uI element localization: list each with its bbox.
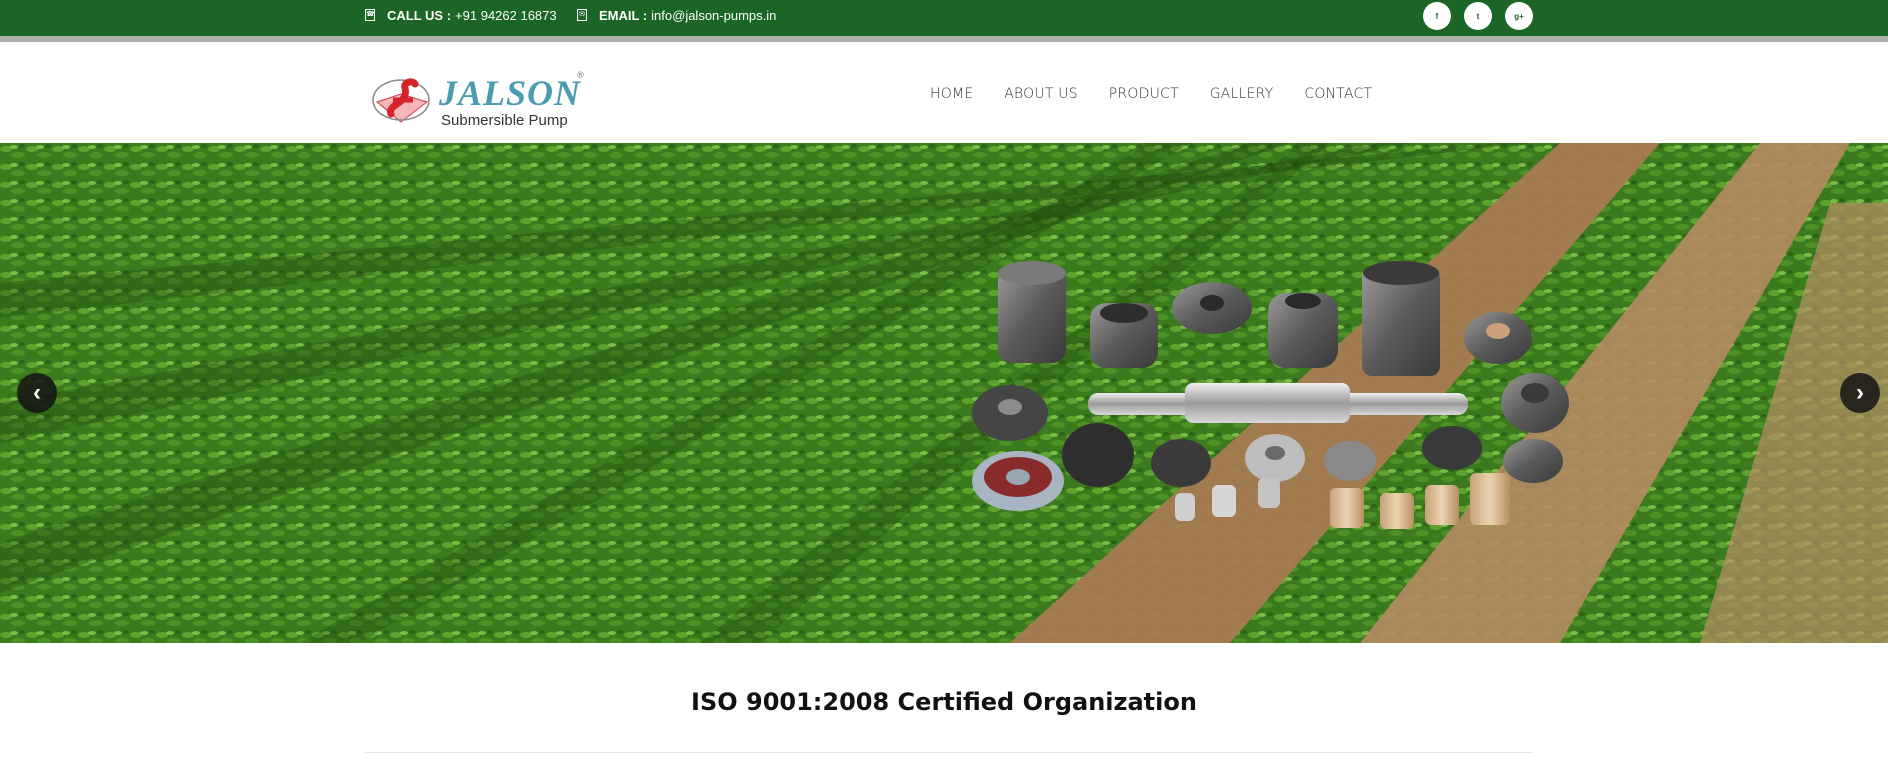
main-nav: HOME ABOUT US PRODUCT GALLERY CONTACT xyxy=(930,86,1372,102)
logo-tagline: Submersible Pump xyxy=(441,112,568,129)
nav-about-us[interactable]: ABOUT US xyxy=(1004,86,1078,102)
chevron-right-icon: › xyxy=(1856,379,1864,406)
nav-gallery[interactable]: GALLERY xyxy=(1210,86,1274,102)
googleplus-icon[interactable]: g+ xyxy=(1505,2,1533,30)
logo-name: JALSON xyxy=(439,73,582,113)
mail-icon: ✉ xyxy=(577,9,587,21)
slider-next-button[interactable]: › xyxy=(1840,373,1880,413)
chevron-left-icon: ‹ xyxy=(33,379,41,406)
call-us[interactable]: ☎ CALL US : +91 94262 16873 xyxy=(365,6,557,24)
logo-registered-mark: ® xyxy=(577,70,584,80)
email-address: info@jalson-pumps.in xyxy=(651,7,777,23)
hero-slider: ‹ › xyxy=(0,143,1888,643)
site-logo[interactable]: JALSON ® Submersible Pump xyxy=(369,70,585,129)
facebook-icon[interactable]: f xyxy=(1423,2,1451,30)
logo-emblem-icon xyxy=(372,78,430,123)
email-label: EMAIL : xyxy=(599,7,648,23)
email-us[interactable]: ✉ EMAIL : info@jalson-pumps.in xyxy=(577,6,776,24)
nav-product[interactable]: PRODUCT xyxy=(1109,86,1179,102)
phone-number: +91 94262 16873 xyxy=(455,7,557,23)
topbar xyxy=(0,0,1888,36)
hero-image xyxy=(0,143,1888,643)
call-label: CALL US : xyxy=(387,7,452,23)
slider-prev-button[interactable]: ‹ xyxy=(17,373,57,413)
social-links: f t g+ xyxy=(1423,2,1533,30)
section-divider xyxy=(365,752,1533,753)
twitter-icon[interactable]: t xyxy=(1464,2,1492,30)
phone-icon: ☎ xyxy=(365,9,375,21)
section-title: ISO 9001:2008 Certified Organization xyxy=(691,688,1197,716)
nav-home[interactable]: HOME xyxy=(930,86,973,102)
nav-contact[interactable]: CONTACT xyxy=(1304,86,1372,102)
site-header: JALSON ® Submersible Pump HOME ABOUT US … xyxy=(0,42,1888,143)
